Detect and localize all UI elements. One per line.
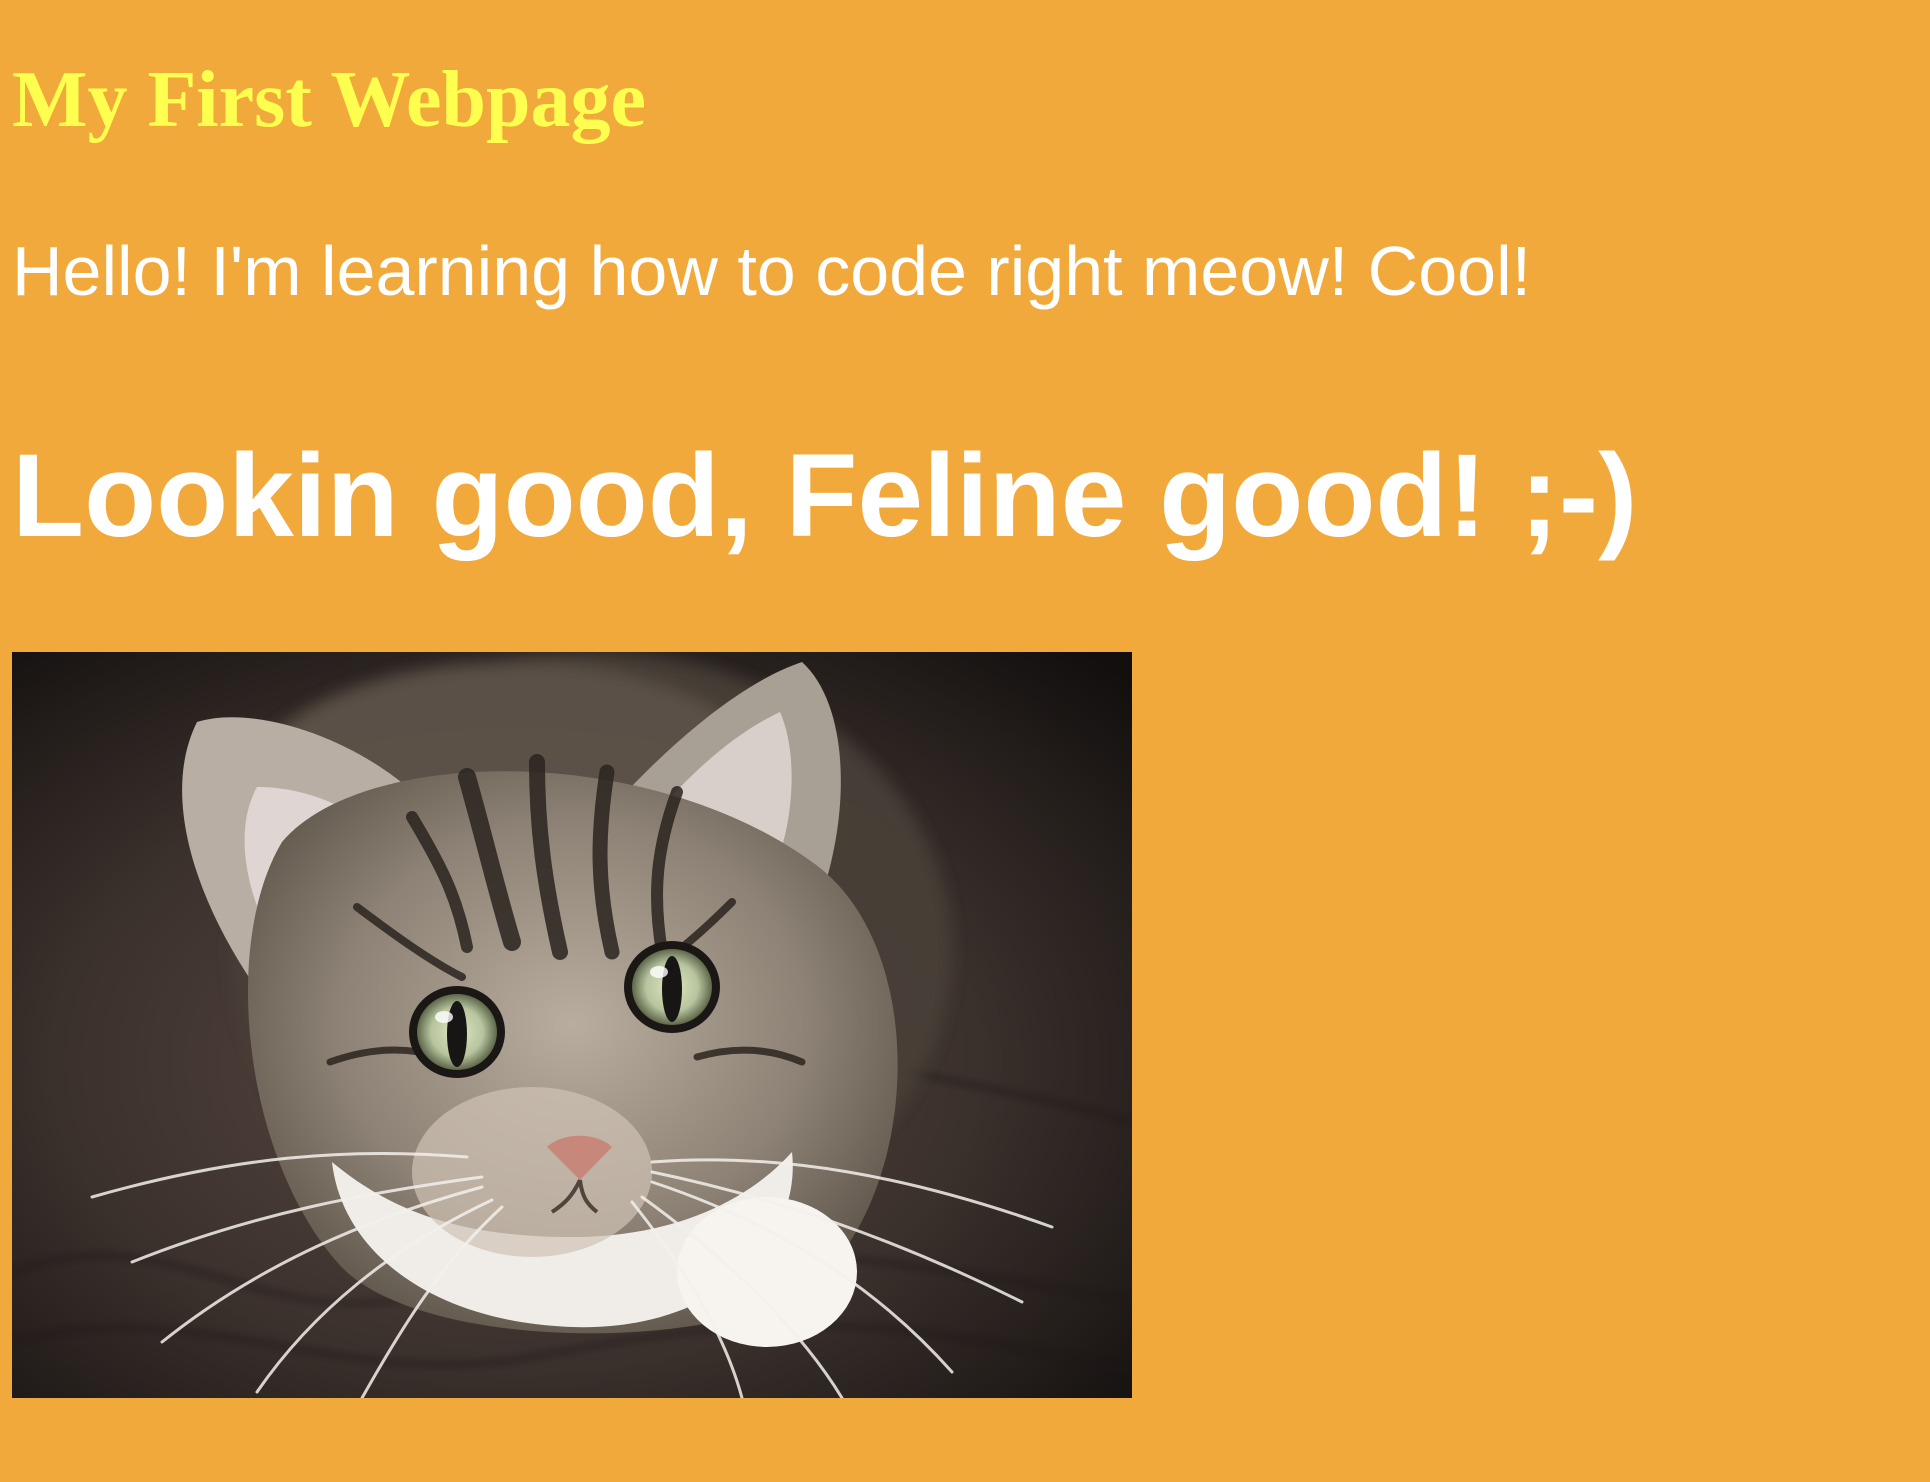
cat-photo-illustration [12,652,1132,1398]
feline-headline: Lookin good, Feline good! ;-) [12,430,1638,562]
page-title: My First Webpage [12,56,647,144]
intro-paragraph: Hello! I'm learning how to code right me… [12,232,1532,310]
cat-image [12,652,1132,1398]
webpage: My First Webpage Hello! I'm learning how… [0,0,1930,1482]
